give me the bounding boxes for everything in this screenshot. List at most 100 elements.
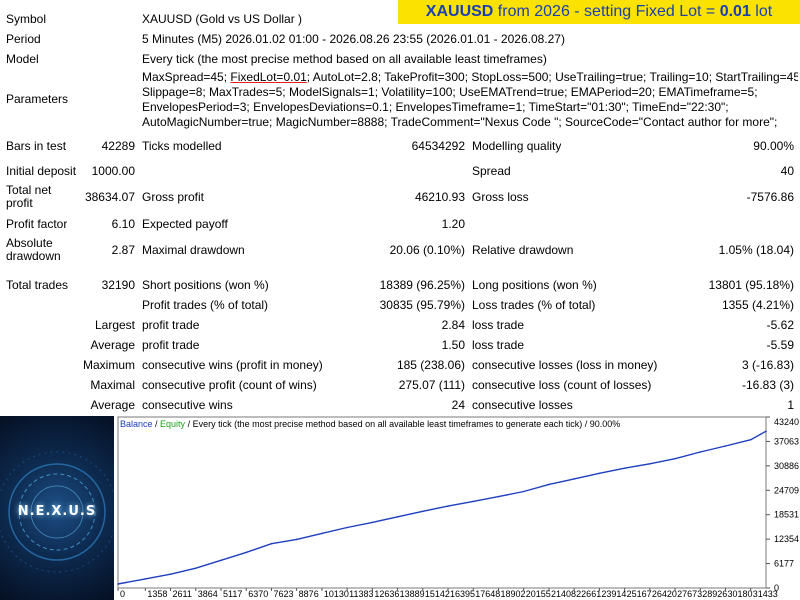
detail-value-2: -5.62	[766, 318, 794, 332]
profit-factor-value: 6.10	[111, 217, 135, 231]
banner-unit: lot	[755, 3, 773, 20]
chart-legend: Balance / Equity / Every tick (the most …	[120, 419, 620, 429]
banner-middle: from 2026 - setting Fixed Lot =	[497, 3, 716, 20]
expected-payoff-label: Expected payoff	[142, 217, 228, 231]
model-label: Model	[6, 52, 39, 66]
x-tick-label: 12636	[374, 589, 399, 599]
ticks-label: Ticks modelled	[142, 139, 222, 153]
x-tick-label: 26420	[652, 589, 677, 599]
short-positions-label: Short positions (won %)	[142, 278, 269, 292]
total-trades-label: Total trades	[6, 278, 69, 292]
balance-point	[169, 573, 172, 575]
detail-prefix: Average	[90, 338, 135, 352]
x-tick-label: 3864	[198, 589, 218, 599]
y-tick-label: 30886	[774, 461, 799, 471]
x-tick-label: 7623	[273, 589, 293, 599]
y-tick-label: 6177	[774, 559, 794, 569]
detail-label-2: loss trade	[472, 338, 525, 352]
balance-point	[749, 438, 752, 441]
balance-point	[573, 478, 575, 480]
parameters-line-4: AutoMagicNumber=true; MagicNumber=8888; …	[142, 115, 778, 129]
x-tick-label: 1358	[147, 589, 167, 599]
x-tick-label: 25167	[627, 589, 652, 599]
balance-point	[598, 472, 601, 475]
param-post: ; AutoLot=2.8; TakeProfit=300; StopLoss=…	[306, 70, 798, 84]
y-tick-label: 12354	[774, 534, 799, 544]
deposit-value: 1000.00	[91, 164, 135, 178]
balance-point	[472, 500, 475, 503]
detail-label-1: consecutive profit (count of wins)	[142, 378, 317, 392]
x-tick-label: 27673	[677, 589, 702, 599]
x-tick-label: 21408	[551, 589, 576, 599]
x-tick-label: 2611	[173, 589, 192, 599]
symbol-label: Symbol	[6, 12, 47, 26]
x-tick-label: 5117	[223, 589, 242, 599]
long-positions-label: Long positions (won %)	[472, 278, 597, 292]
banner-symbol: XAUUSD	[425, 3, 494, 20]
x-tick-label: 18902	[501, 589, 526, 599]
model-value: Every tick (the most precise method base…	[142, 52, 547, 66]
balance-point	[699, 451, 702, 453]
period-label: Period	[6, 32, 41, 46]
balance-point	[117, 583, 119, 585]
detail-value-1: 275.07 (111)	[398, 378, 465, 392]
y-tick-label: 43240	[774, 417, 799, 427]
detail-value-2: -16.83 (3)	[741, 378, 794, 392]
maximal-drawdown-value: 20.06 (0.10%)	[389, 243, 465, 257]
balance-point	[321, 532, 323, 535]
x-tick-label: 15142	[425, 589, 450, 599]
bars-value: 42289	[101, 139, 135, 153]
detail-value-1: 24	[451, 398, 465, 412]
detail-value-2: 3 (-16.83)	[741, 358, 794, 372]
chart-svg: 432403706330886247091853112354617700 1358…	[117, 416, 799, 599]
balance-point	[270, 542, 273, 545]
ticks-value: 64534292	[411, 139, 465, 153]
absolute-drawdown-value: 2.87	[111, 243, 135, 257]
balance-point	[371, 521, 374, 524]
gross-loss-value: -7576.86	[746, 190, 794, 204]
balance-point	[497, 495, 500, 498]
modelling-quality-label: Modelling quality	[472, 139, 562, 153]
balance-point	[422, 510, 424, 513]
x-tick-label: 8876	[299, 589, 319, 599]
x-tick-label: 17648	[475, 589, 500, 599]
balance-point	[522, 490, 525, 493]
spread-label: Spread	[472, 164, 511, 178]
loss-trades-value: 1355 (4.21%)	[721, 298, 794, 312]
balance-point	[295, 538, 298, 541]
expected-payoff-value: 1.20	[441, 217, 465, 231]
legend-equity: Equity	[160, 419, 186, 429]
x-tick-label: 30180	[728, 589, 753, 599]
relative-drawdown-label: Relative drawdown	[472, 243, 574, 257]
x-tick-label: 13889	[400, 589, 425, 599]
balance-point	[649, 463, 651, 465]
parameters-line-1: MaxSpread=45; FixedLot=0.01; AutoLot=2.8…	[142, 70, 798, 85]
legend-balance: Balance	[120, 419, 153, 429]
fixed-lot-param: FixedLot=0.01	[230, 70, 307, 84]
balance-point	[220, 559, 222, 562]
legend-description: / Every tick (the most precise method ba…	[185, 419, 620, 429]
detail-prefix: Maximal	[90, 378, 135, 392]
detail-label-2: loss trade	[472, 318, 525, 332]
detail-value-2: 1	[787, 398, 794, 412]
y-tick-label: 37063	[774, 436, 799, 446]
detail-label-2: consecutive losses (loss in money)	[472, 358, 658, 372]
profit-trades-label: Profit trades (% of total)	[142, 298, 269, 312]
detail-label-1: profit trade	[142, 338, 200, 352]
relative-drawdown-value: 1.05% (18.04)	[718, 243, 794, 257]
x-tick-label: 31433	[753, 589, 778, 599]
banner-lot: 0.01	[719, 3, 751, 20]
balance-point	[724, 445, 727, 447]
x-tick-label: 10130	[324, 589, 349, 599]
logo-text: N.E.X.U.S	[17, 504, 97, 519]
balance-point	[623, 467, 626, 469]
balance-point	[194, 567, 197, 570]
gross-profit-value: 46210.93	[414, 190, 465, 204]
balance-chart: 43240 37063 30886 24709 18531 12354 6177 0 0 1358…	[114, 416, 800, 600]
detail-value-2: -5.59	[766, 338, 794, 352]
gross-loss-label: Gross loss	[472, 190, 529, 204]
x-tick-label: 22661	[576, 589, 601, 599]
long-positions-value: 13801 (95.18%)	[708, 278, 794, 292]
gross-profit-label: Gross profit	[142, 190, 205, 204]
net-profit-value: 38634.07	[84, 190, 135, 204]
